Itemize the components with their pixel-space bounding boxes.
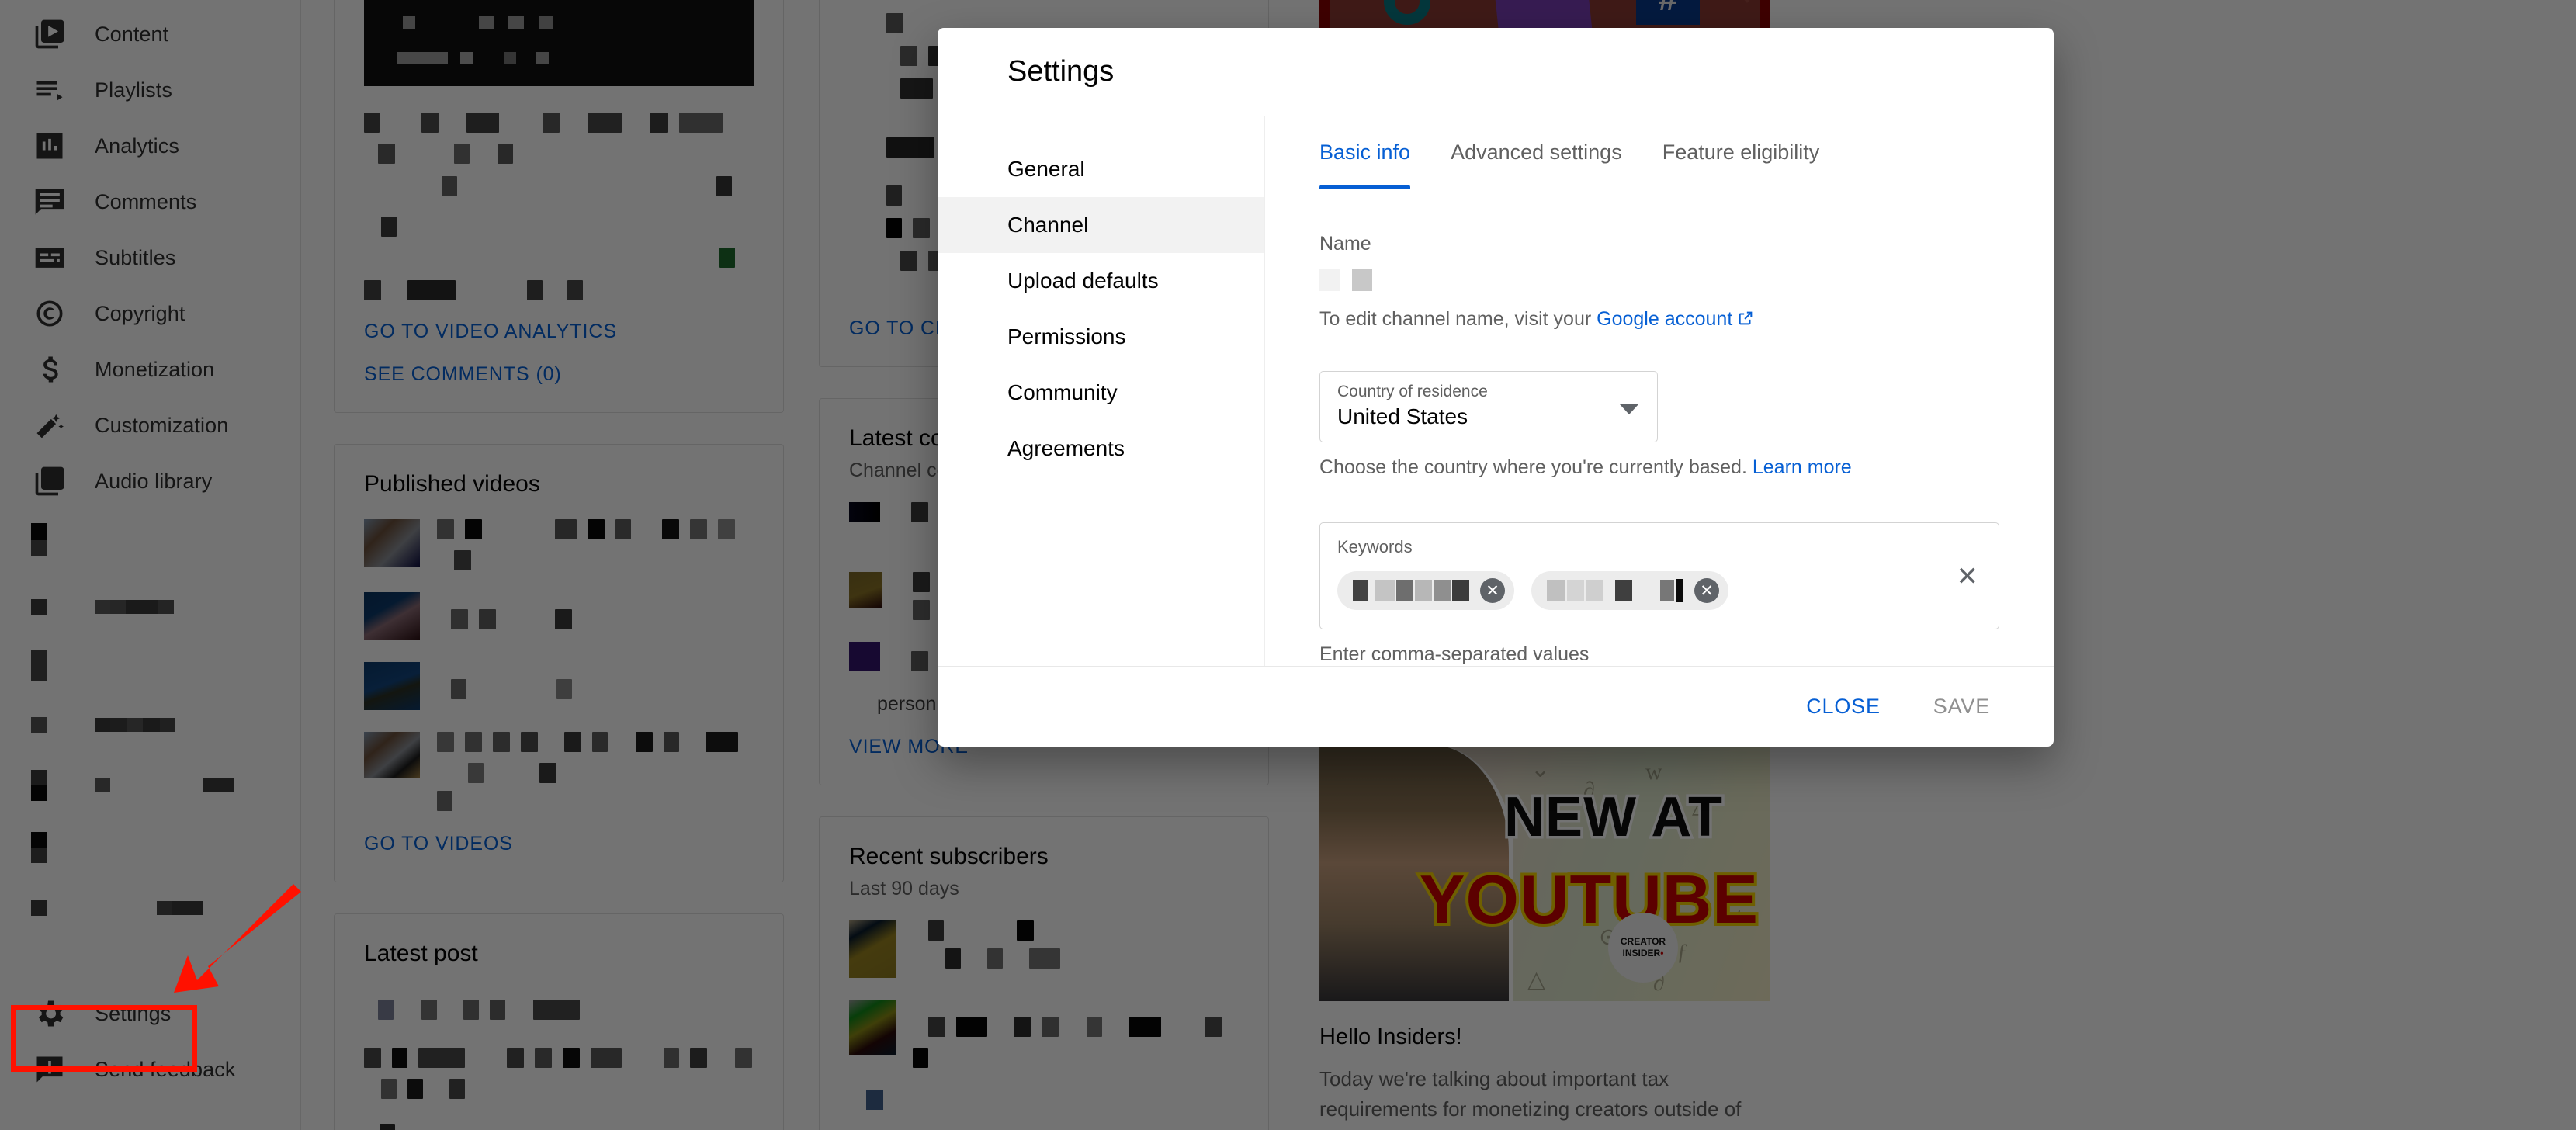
chip-remove-icon[interactable]: ✕ — [1694, 578, 1719, 603]
country-hint: Choose the country where you're currentl… — [1319, 456, 1999, 479]
app-root: Content Playlists Analytics Comments — [0, 0, 2576, 1130]
keywords-label: Keywords — [1337, 537, 1413, 556]
dialog-nav-item-community[interactable]: Community — [938, 365, 1264, 421]
close-button[interactable]: CLOSE — [1789, 684, 1898, 730]
google-account-link[interactable]: Google account — [1597, 308, 1732, 330]
tab-feature-eligibility[interactable]: Feature eligibility — [1642, 116, 1840, 189]
channel-name-value-redacted — [1319, 269, 1999, 291]
dialog-title: Settings — [1007, 55, 1115, 88]
country-select-label: Country of residence — [1337, 383, 1488, 400]
save-button[interactable]: SAVE — [1916, 684, 2007, 730]
dialog-nav-item-upload-defaults[interactable]: Upload defaults — [938, 253, 1264, 309]
dialog-nav-item-general[interactable]: General — [938, 141, 1264, 197]
dialog-content: Basic info Advanced settings Feature eli… — [1265, 116, 2054, 666]
tab-basic-info[interactable]: Basic info — [1299, 116, 1430, 189]
country-select-value: United States — [1337, 404, 1468, 428]
tab-advanced-settings[interactable]: Advanced settings — [1430, 116, 1642, 189]
name-helper-text: To edit channel name, visit your Google … — [1319, 308, 1999, 331]
name-helper-prefix: To edit channel name, visit your — [1319, 308, 1597, 330]
dialog-footer: CLOSE SAVE — [938, 666, 2054, 747]
tab-bar: Basic info Advanced settings Feature eli… — [1265, 116, 2054, 189]
chevron-down-icon — [1620, 404, 1638, 414]
clear-keywords-icon[interactable]: ✕ — [1957, 563, 1979, 590]
keywords-field[interactable]: Keywords ✕ ✕ ✕ — [1319, 522, 1999, 629]
country-of-residence-select[interactable]: Country of residence United States — [1319, 371, 1658, 442]
dialog-nav-item-permissions[interactable]: Permissions — [938, 309, 1264, 365]
keywords-hint: Enter comma-separated values — [1319, 643, 1590, 665]
keyword-chip[interactable]: ✕ — [1337, 571, 1514, 610]
keyword-chip-list: ✕ ✕ — [1337, 571, 1981, 610]
basic-info-form: Name To edit channel name, visit your Go… — [1265, 189, 2054, 666]
chip-remove-icon[interactable]: ✕ — [1480, 578, 1505, 603]
dialog-nav-item-channel[interactable]: Channel — [938, 197, 1264, 253]
country-hint-prefix: Choose the country where you're currentl… — [1319, 456, 1753, 478]
keyword-chip[interactable]: ✕ — [1531, 571, 1728, 610]
learn-more-link[interactable]: Learn more — [1753, 456, 1852, 478]
dialog-body: General Channel Upload defaults Permissi… — [938, 116, 2054, 666]
settings-dialog: Settings General Channel Upload defaults… — [938, 28, 2054, 747]
dialog-nav: General Channel Upload defaults Permissi… — [938, 116, 1265, 666]
name-field-label: Name — [1319, 233, 1371, 255]
dialog-header: Settings — [938, 28, 2054, 116]
dialog-nav-item-agreements[interactable]: Agreements — [938, 421, 1264, 477]
external-link-icon — [1737, 310, 1754, 327]
